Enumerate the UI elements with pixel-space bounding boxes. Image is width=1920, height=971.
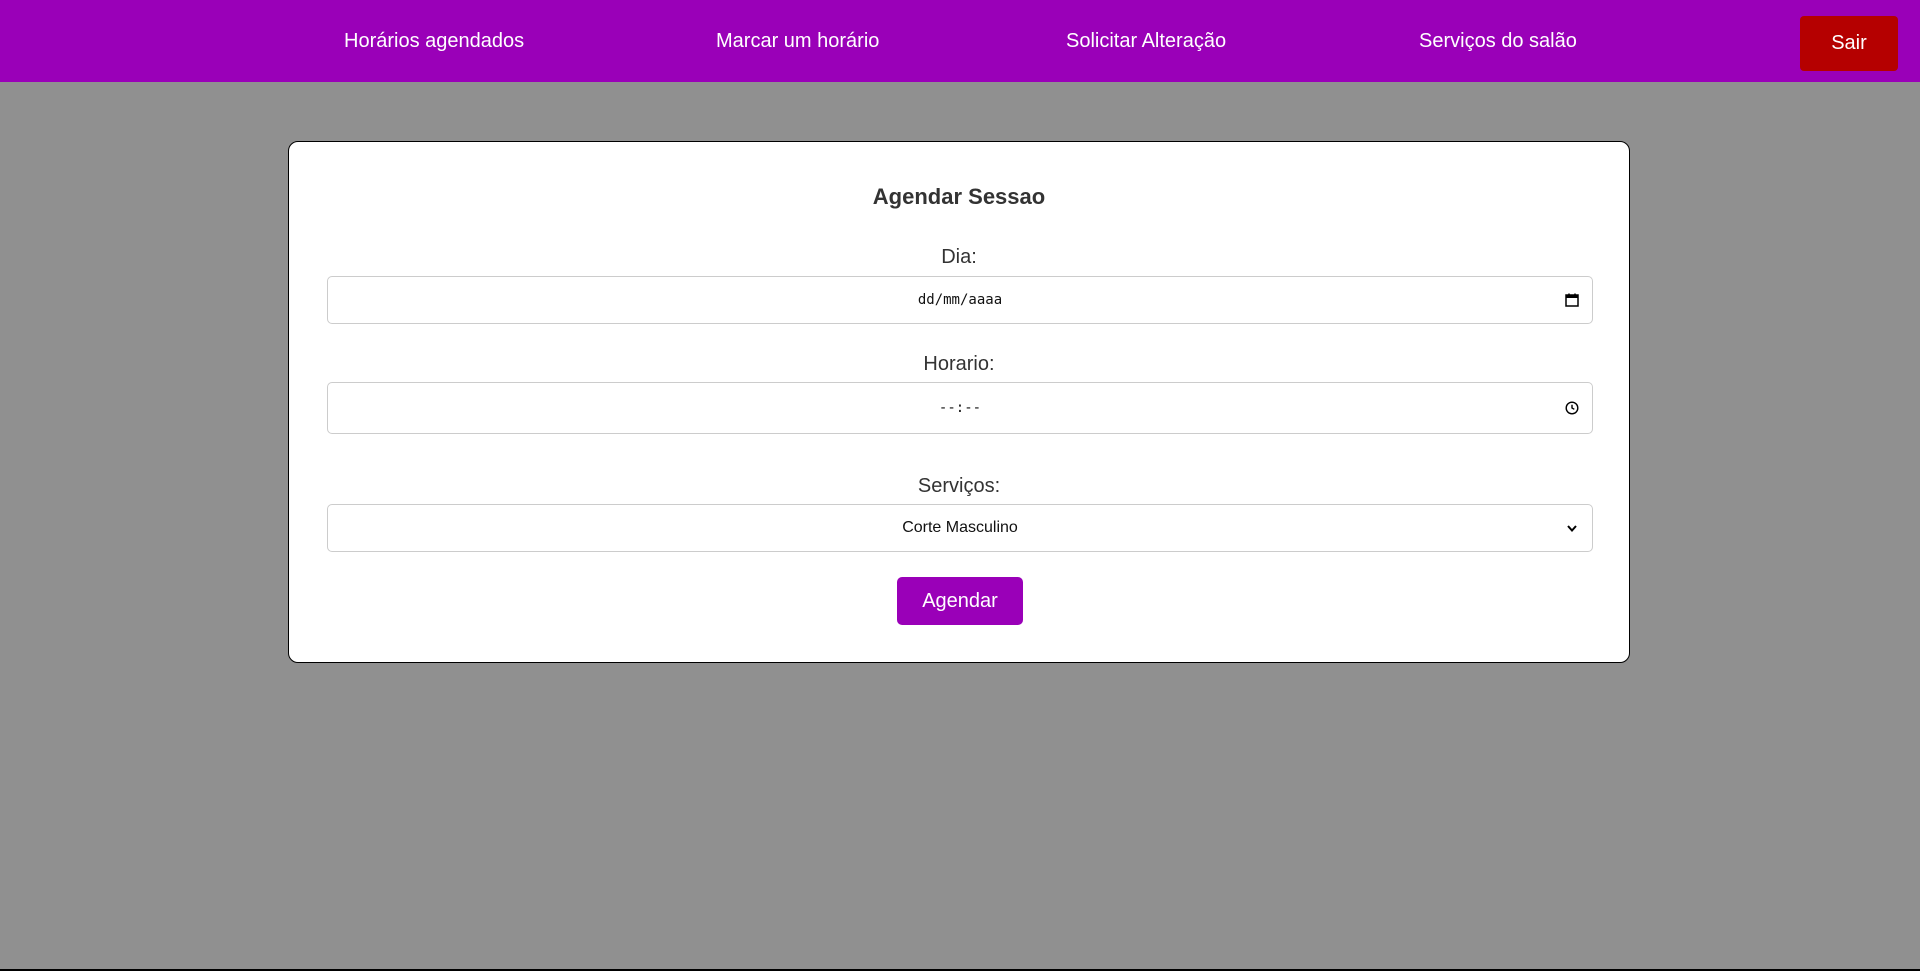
top-navbar: Horários agendados Marcar um horário Sol… (0, 0, 1920, 82)
nav-salon-services[interactable]: Serviços do salão (1419, 0, 1577, 82)
services-select[interactable]: Corte Masculino (327, 504, 1593, 552)
nav-request-change[interactable]: Solicitar Alteração (1066, 0, 1226, 82)
nav-book-time[interactable]: Marcar um horário (716, 0, 879, 82)
time-placeholder: --:-- (938, 400, 982, 416)
day-label: Dia: (941, 246, 977, 268)
logout-button[interactable]: Sair (1800, 16, 1898, 71)
day-placeholder: dd/mm/aaaa (917, 292, 1003, 308)
clock-icon[interactable] (1564, 400, 1580, 416)
services-label: Serviços: (917, 475, 1001, 497)
services-selected-value: Corte Masculino (902, 519, 1018, 536)
schedule-submit-button[interactable]: Agendar (897, 577, 1023, 625)
time-input[interactable]: --:-- (327, 382, 1593, 434)
chevron-down-icon (1564, 520, 1580, 536)
schedule-form-card: Agendar Sessao Dia: dd/mm/aaaa Horario: … (288, 141, 1630, 663)
form-title: Agendar Sessao (872, 184, 1046, 209)
nav-scheduled-times[interactable]: Horários agendados (344, 0, 524, 82)
calendar-icon[interactable] (1564, 292, 1580, 308)
time-label: Horario: (923, 353, 995, 375)
day-date-input[interactable]: dd/mm/aaaa (327, 276, 1593, 324)
